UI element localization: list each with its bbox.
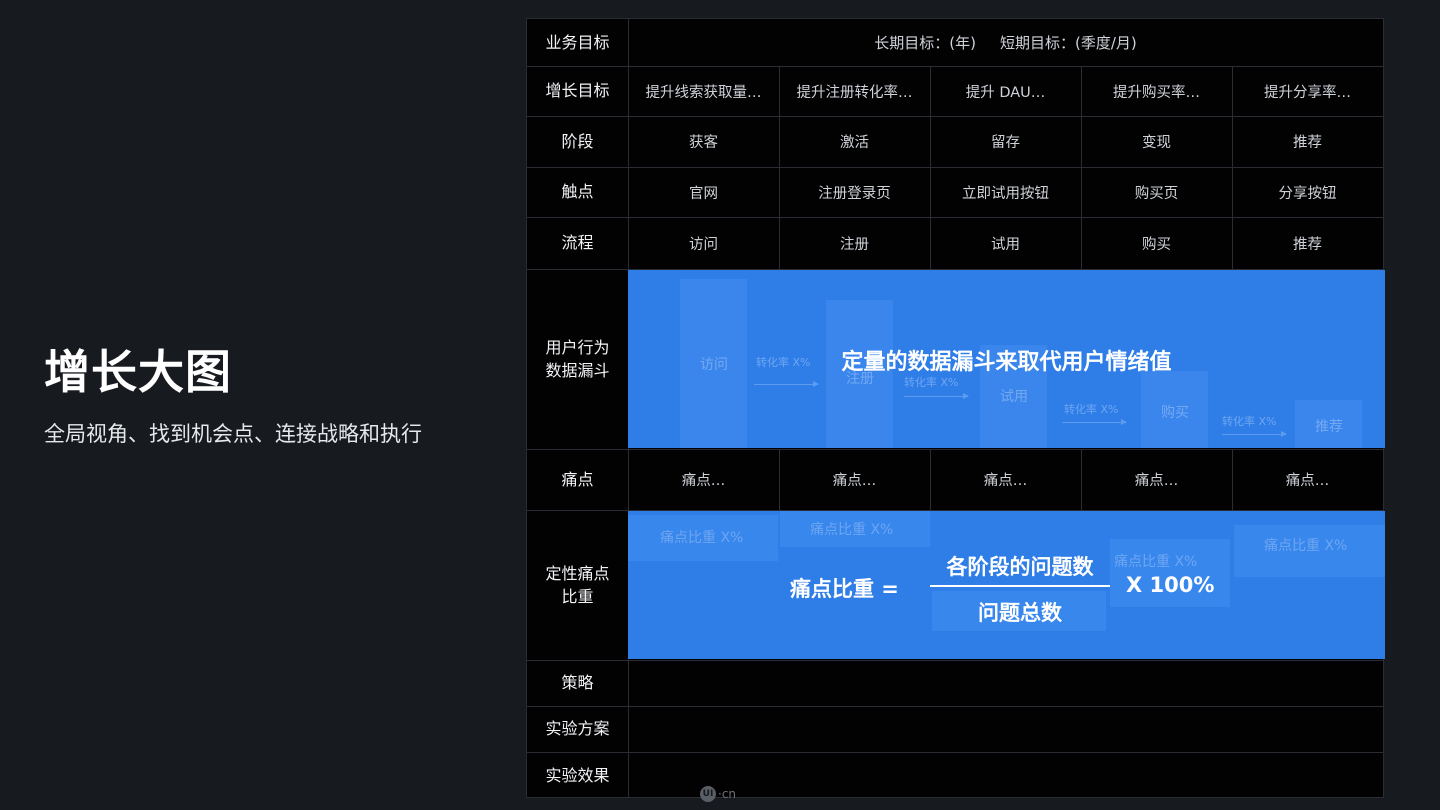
arrow-right-icon	[1062, 419, 1127, 425]
conversion-rate-label: 转化率 X%	[1064, 403, 1119, 416]
formula-rhs: X 100%	[1126, 573, 1215, 597]
row-label-pain: 痛点	[561, 469, 594, 489]
stage-cell: 留存	[991, 135, 1020, 151]
touchpoint-cell: 购买页	[1134, 185, 1179, 202]
stage-cell: 获客	[689, 135, 718, 151]
pain-cell: 痛点…	[681, 473, 726, 489]
touchpoint-cell: 分享按钮	[1278, 185, 1337, 202]
conversion-rate-label: 转化率 X%	[1222, 415, 1277, 428]
short-term-goal: 短期目标：(季度/月)	[999, 34, 1137, 52]
funnel-bar-label: 试用	[1000, 389, 1028, 405]
row-label-strategy: 策略	[561, 673, 594, 693]
flow-cell: 注册	[840, 236, 869, 253]
funnel-panel: 访问 注册 试用 购买 推荐 转化率 X% 转化率 X% 转化率 X% 转化率 …	[628, 270, 1385, 448]
stage-cell: 变现	[1142, 135, 1171, 151]
page-subtitle: 全局视角、找到机会点、连接战略和执行	[44, 422, 422, 446]
growth-goal-cell: 提升购买率…	[1113, 84, 1200, 101]
flow-cell: 试用	[991, 236, 1020, 253]
row-label-experiment-plan: 实验方案	[545, 719, 610, 739]
watermark: UI ·cn	[700, 786, 736, 802]
arrow-right-icon	[1222, 431, 1287, 437]
pain-weight-label: 痛点比重 X%	[1114, 554, 1198, 570]
row-label-stage: 阶段	[561, 131, 594, 151]
row-label-pain-weight: 定性痛点 比重	[545, 563, 610, 606]
row-divider	[527, 752, 1383, 753]
growth-map-table: 业务目标 增长目标 阶段 触点 流程 用户行为 数据漏斗 痛点 定性痛点 比重 …	[526, 18, 1385, 798]
flow-cell: 购买	[1142, 236, 1171, 253]
formula-numerator: 各阶段的问题数	[946, 555, 1094, 579]
pain-cell: 痛点…	[1134, 473, 1179, 489]
flow-cell: 访问	[689, 236, 718, 253]
row-label-flow: 流程	[561, 233, 594, 253]
formula-lhs: 痛点比重 =	[790, 577, 899, 601]
pain-cell: 痛点…	[983, 473, 1028, 489]
touchpoint-cell: 立即试用按钮	[962, 185, 1049, 202]
conversion-rate-label: 转化率 X%	[904, 376, 959, 389]
growth-goal-cell: 提升注册转化率…	[796, 84, 913, 101]
pain-weight-label: 痛点比重 X%	[660, 530, 744, 546]
flow-cell: 推荐	[1293, 236, 1322, 253]
pain-cell: 痛点…	[1285, 473, 1330, 489]
business-goal-cell: 长期目标：(年) 短期目标：(季度/月)	[628, 19, 1383, 66]
arrow-right-icon	[904, 393, 969, 399]
row-label-business-goal: 业务目标	[545, 32, 610, 52]
long-term-goal: 长期目标：(年)	[874, 34, 976, 52]
growth-goal-cell: 提升分享率…	[1264, 84, 1351, 101]
funnel-bar-label: 推荐	[1315, 419, 1343, 435]
pain-weight-panel: 痛点比重 X% 痛点比重 X% 痛点比重 X% 痛点比重 X% 痛点比重 = 各…	[628, 511, 1385, 659]
row-label-touchpoint: 触点	[561, 182, 594, 202]
page-title: 增长大图	[44, 345, 232, 399]
watermark-text: ·cn	[718, 787, 737, 801]
stage-cell: 激活	[840, 135, 869, 151]
fraction-bar	[930, 585, 1110, 587]
funnel-bar-label: 购买	[1161, 405, 1189, 421]
row-label-growth-goal: 增长目标	[545, 81, 610, 101]
pain-weight-label: 痛点比重 X%	[810, 522, 894, 538]
pain-cell: 痛点…	[832, 473, 877, 489]
growth-goal-cell: 提升 DAU…	[965, 84, 1046, 101]
formula-denominator: 问题总数	[978, 601, 1062, 625]
growth-goal-cell: 提升线索获取量…	[645, 84, 762, 101]
row-label-funnel: 用户行为 数据漏斗	[545, 337, 610, 380]
funnel-title: 定量的数据漏斗来取代用户情绪值	[841, 350, 1172, 375]
touchpoint-cell: 注册登录页	[818, 185, 891, 202]
touchpoint-cell: 官网	[689, 185, 718, 202]
arrow-right-icon	[754, 381, 819, 387]
pain-weight-label: 痛点比重 X%	[1264, 538, 1348, 554]
stage-cell: 推荐	[1293, 135, 1322, 151]
row-divider	[527, 706, 1383, 707]
row-divider	[527, 660, 1383, 661]
row-label-experiment-result: 实验效果	[545, 765, 610, 785]
logo-icon: UI	[700, 786, 716, 802]
